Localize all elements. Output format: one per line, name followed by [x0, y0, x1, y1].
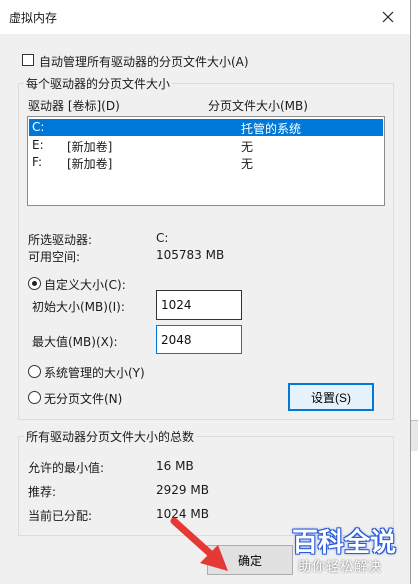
custom-size-radio[interactable]: 自定义大小(C):: [28, 276, 138, 292]
drive-letter: F:: [32, 155, 43, 169]
drive-paging-size: 无: [241, 140, 254, 154]
radio-dot[interactable]: [28, 277, 41, 290]
drive-row-e[interactable]: E: [新加卷] 无: [29, 137, 383, 154]
max-size-label: 最大值(MB)(X):: [32, 335, 118, 349]
background-window-edge: [411, 420, 418, 451]
radio-dot[interactable]: [28, 365, 41, 378]
no-paging-radio[interactable]: 无分页文件(N): [28, 390, 138, 406]
set-button[interactable]: 设置(S): [288, 383, 374, 411]
drive-row-f[interactable]: F: [新加卷] 无: [29, 154, 383, 171]
system-managed-radio[interactable]: 系统管理的大小(Y): [28, 364, 158, 380]
drive-volume-label: [新加卷]: [67, 157, 113, 171]
selected-drive-value: C:: [156, 231, 169, 245]
checkbox-box[interactable]: [22, 54, 34, 66]
min-size-value: 16 MB: [156, 459, 194, 473]
drive-paging-size: 托管的系统: [241, 122, 302, 136]
selected-drive-label: 所选驱动器:: [28, 233, 93, 247]
virtual-memory-dialog: 虚拟内存 自动管理所有驱动器的分页文件大小(A) 每个驱动器的分页文件大小 驱动…: [0, 0, 411, 584]
drive-paging-size: 无: [241, 157, 254, 171]
watermark: 百科全说 助你轻松解决: [290, 522, 416, 582]
system-managed-label: 系统管理的大小(Y): [44, 366, 145, 380]
custom-size-label: 自定义大小(C):: [44, 278, 126, 292]
close-button[interactable]: [366, 0, 410, 34]
radio-dot[interactable]: [28, 391, 41, 404]
window-title: 虚拟内存: [9, 11, 58, 25]
close-icon: [382, 11, 394, 23]
red-arrow-icon: [170, 517, 228, 571]
initial-size-input[interactable]: [156, 290, 242, 320]
totals-group-label: 所有驱动器分页文件大小的总数: [24, 428, 197, 445]
auto-manage-label: 自动管理所有驱动器的分页文件大小(A): [39, 55, 249, 69]
current-allocated-label: 当前已分配:: [28, 509, 93, 523]
watermark-slogan: 助你轻松解决: [298, 560, 383, 575]
free-space-value: 105783 MB: [156, 248, 225, 262]
max-size-input[interactable]: [156, 325, 242, 354]
initial-size-label: 初始大小(MB)(I):: [32, 300, 125, 314]
per-drive-group-label: 每个驱动器的分页文件大小: [24, 75, 173, 92]
drive-letter: C:: [32, 120, 45, 134]
drive-list[interactable]: C: 托管的系统 E: [新加卷] 无 F: [新加卷] 无: [27, 116, 385, 206]
auto-manage-checkbox[interactable]: 自动管理所有驱动器的分页文件大小(A): [22, 53, 262, 69]
drive-letter: E:: [32, 138, 44, 152]
free-space-label: 可用空间:: [28, 250, 81, 264]
title-bar: 虚拟内存: [0, 0, 410, 34]
drive-volume-label: [新加卷]: [67, 140, 113, 154]
no-paging-label: 无分页文件(N): [44, 392, 123, 406]
column-header-size: 分页文件大小(MB): [208, 99, 308, 113]
column-header-drive: 驱动器 [卷标](D): [28, 99, 120, 113]
min-size-label: 允许的最小值:: [28, 461, 105, 475]
drive-row-c[interactable]: C: 托管的系统: [29, 119, 383, 136]
recommended-value: 2929 MB: [156, 483, 209, 497]
recommended-label: 推荐:: [28, 485, 57, 499]
watermark-brand: 百科全说: [292, 528, 397, 558]
